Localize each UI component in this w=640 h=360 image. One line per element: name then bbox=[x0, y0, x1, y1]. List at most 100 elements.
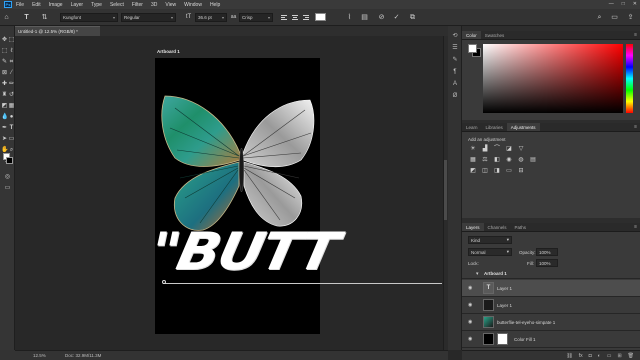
curves-icon[interactable]: ⌒ bbox=[493, 146, 501, 153]
layer-row[interactable]: ◉ Color Fill 1 bbox=[462, 331, 640, 348]
character-panel-icon[interactable]: ▤ bbox=[360, 13, 369, 22]
panel-menu-icon[interactable]: ≡ bbox=[634, 224, 637, 230]
quick-selection-icon[interactable]: ✎ bbox=[1, 59, 8, 66]
new-group-icon[interactable]: ▭ bbox=[607, 353, 612, 359]
tab-swatches[interactable]: Swatches bbox=[481, 31, 509, 39]
dodge-icon[interactable]: ● bbox=[8, 114, 15, 121]
workspace-icon[interactable]: ▭ bbox=[610, 13, 619, 22]
frame-icon[interactable]: ⊠ bbox=[1, 70, 8, 77]
new-layer-icon[interactable]: ⊞ bbox=[617, 353, 621, 359]
brightness-contrast-icon[interactable]: ☀ bbox=[469, 146, 477, 153]
tab-layers[interactable]: Layers bbox=[462, 223, 484, 231]
font-style-select[interactable]: Regular ▾ bbox=[121, 13, 176, 22]
zoom-level[interactable]: 12.5% bbox=[33, 353, 46, 358]
blend-mode-select[interactable]: Normal ▾ bbox=[468, 248, 512, 256]
tab-learn[interactable]: Learn bbox=[462, 123, 482, 131]
maximize-button[interactable]: □ bbox=[622, 1, 625, 7]
menu-edit[interactable]: Edit bbox=[32, 2, 41, 8]
eye-icon[interactable]: ◉ bbox=[468, 285, 475, 291]
link-layers-icon[interactable]: ⛓ bbox=[566, 353, 572, 359]
close-button[interactable]: ✕ bbox=[633, 1, 637, 7]
layer-kind-filter[interactable]: Kind ▾ bbox=[468, 236, 512, 244]
color-balance-icon[interactable]: ⚖ bbox=[481, 157, 489, 164]
font-size-select[interactable]: 36.6 pt ▾ bbox=[195, 13, 227, 22]
artboard-label[interactable]: Artboard 1 bbox=[157, 49, 180, 54]
tab-color[interactable]: Color bbox=[462, 31, 481, 39]
exposure-icon[interactable]: ◪ bbox=[505, 146, 513, 153]
cancel-edit-icon[interactable]: ⊘ bbox=[377, 13, 386, 22]
add-mask-icon[interactable]: ◘ bbox=[589, 353, 592, 359]
share-icon[interactable]: ⇪ bbox=[626, 13, 635, 22]
threshold-icon[interactable]: ◨ bbox=[493, 168, 501, 175]
channel-mixer-icon[interactable]: ◍ bbox=[517, 157, 525, 164]
menu-help[interactable]: Help bbox=[210, 2, 220, 8]
clone-stamp-icon[interactable]: ♜ bbox=[1, 92, 8, 99]
paragraph-panel-icon[interactable]: ¶ bbox=[451, 68, 459, 76]
antialias-select[interactable]: Crisp ▾ bbox=[239, 13, 273, 22]
levels-icon[interactable]: ▟ bbox=[481, 146, 489, 153]
artboard-group-row[interactable]: ▾ Artboard 1 bbox=[462, 269, 640, 279]
menu-file[interactable]: File bbox=[16, 2, 24, 8]
gradient-map-icon[interactable]: ▭ bbox=[505, 168, 513, 175]
tab-adjustments[interactable]: Adjustments bbox=[506, 123, 540, 131]
tab-libraries[interactable]: Libraries bbox=[482, 123, 507, 131]
eye-icon[interactable]: ◉ bbox=[468, 302, 475, 308]
character-panel-icon[interactable]: A bbox=[451, 80, 459, 88]
vertical-scrollbar-thumb[interactable] bbox=[444, 160, 447, 220]
posterize-icon[interactable]: ◫ bbox=[481, 168, 489, 175]
history-panel-icon[interactable]: ⟲ bbox=[451, 32, 459, 40]
trash-icon[interactable]: 🗑 bbox=[628, 353, 634, 359]
menu-window[interactable]: Window bbox=[184, 2, 202, 8]
type-tool-icon[interactable]: T bbox=[22, 13, 31, 22]
eye-icon[interactable]: ◉ bbox=[468, 336, 475, 342]
healing-brush-icon[interactable]: ✚ bbox=[1, 81, 8, 88]
artboard-icon[interactable]: ⬚ bbox=[8, 37, 15, 44]
align-right-icon[interactable] bbox=[302, 13, 310, 22]
menu-layer[interactable]: Layer bbox=[71, 2, 84, 8]
lasso-icon[interactable]: ℓ bbox=[8, 48, 15, 55]
align-center-icon[interactable] bbox=[291, 13, 299, 22]
fill-field[interactable]: 100% bbox=[536, 259, 558, 267]
menu-filter[interactable]: Filter bbox=[132, 2, 143, 8]
screen-mode-icon[interactable]: ▭ bbox=[4, 185, 11, 192]
menu-3d[interactable]: 3D bbox=[151, 2, 157, 8]
opacity-field[interactable]: 100% bbox=[536, 248, 558, 256]
document-tab[interactable]: Untitled-1 @ 12.5% (RGB/8) * bbox=[15, 26, 100, 36]
new-adjustment-icon[interactable]: ◐ bbox=[598, 353, 601, 359]
menu-image[interactable]: Image bbox=[49, 2, 63, 8]
path-selection-icon[interactable]: ➤ bbox=[1, 136, 8, 143]
background-color-swatch[interactable] bbox=[6, 157, 13, 164]
layer-row[interactable]: ◉ butterflie-tel-eyeho-simpate 1 bbox=[462, 314, 640, 331]
brush-icon[interactable]: ✏ bbox=[8, 81, 15, 88]
vibrance-icon[interactable]: ▽ bbox=[517, 146, 525, 153]
commit-edit-icon[interactable]: ✓ bbox=[392, 13, 401, 22]
crop-icon[interactable]: ⌗ bbox=[8, 59, 15, 66]
eyedropper-icon[interactable]: ⁄ bbox=[8, 70, 15, 77]
foreground-color-swatch[interactable] bbox=[468, 44, 477, 53]
minimize-button[interactable]: — bbox=[609, 1, 614, 7]
move-icon[interactable]: ✥ bbox=[1, 37, 8, 44]
tab-paths[interactable]: Paths bbox=[511, 223, 531, 231]
text-color-swatch[interactable] bbox=[315, 13, 326, 21]
align-left-icon[interactable] bbox=[280, 13, 288, 22]
chevron-down-icon[interactable]: ▾ bbox=[476, 271, 479, 277]
blur-icon[interactable]: 💧 bbox=[1, 114, 8, 121]
panel-menu-icon[interactable]: ≡ bbox=[634, 32, 637, 38]
menu-select[interactable]: Select bbox=[110, 2, 124, 8]
tab-channels[interactable]: Channels bbox=[484, 223, 511, 231]
glyphs-panel-icon[interactable]: Ø bbox=[451, 92, 459, 100]
text-orientation-icon[interactable]: ⇅ bbox=[40, 13, 49, 22]
history-brush-icon[interactable]: ↺ bbox=[8, 92, 15, 99]
font-family-select[interactable]: Kungfont ▾ bbox=[60, 13, 118, 22]
artboard[interactable] bbox=[155, 58, 320, 334]
properties-panel-icon[interactable]: ☰ bbox=[451, 44, 459, 52]
layer-row[interactable]: ◉ Layer 1 bbox=[462, 297, 640, 314]
photo-filter-icon[interactable]: ◉ bbox=[505, 157, 513, 164]
menu-type[interactable]: Type bbox=[91, 2, 102, 8]
menu-view[interactable]: View bbox=[165, 2, 176, 8]
color-picker-field[interactable] bbox=[483, 44, 623, 113]
hue-slider[interactable] bbox=[626, 44, 633, 113]
warp-text-icon[interactable]: ⌇ bbox=[345, 13, 354, 22]
hue-saturation-icon[interactable]: ▦ bbox=[469, 157, 477, 164]
rectangle-shape-icon[interactable]: ▭ bbox=[8, 136, 15, 143]
